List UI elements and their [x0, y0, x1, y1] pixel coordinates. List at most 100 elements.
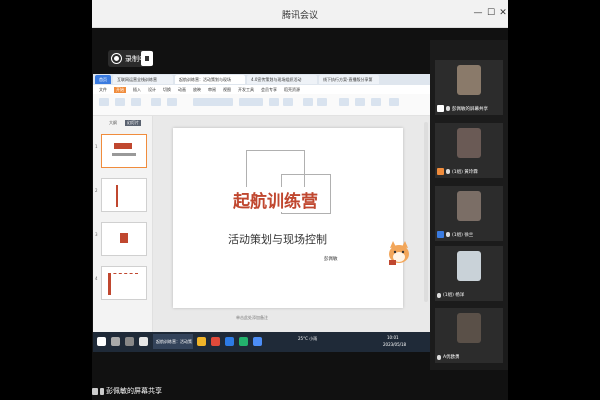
slides-tab[interactable]: 幻灯片 — [125, 120, 141, 126]
menu-item[interactable]: 稻壳资源 — [284, 87, 300, 93]
wechat-icon[interactable] — [239, 337, 248, 346]
wps-icon[interactable] — [211, 337, 220, 346]
avatar — [457, 313, 481, 343]
mic-icon — [437, 292, 441, 298]
maximize-icon[interactable]: ☐ — [485, 7, 497, 19]
pane-tabs: 大纲 幻灯片 — [107, 120, 147, 126]
doc-tab[interactable]: 线下执行方案-直播版分享第 — [319, 75, 379, 84]
slide-thumbnail[interactable] — [101, 266, 147, 300]
bold-icon[interactable] — [269, 98, 279, 106]
thumb-list-mark — [116, 185, 132, 207]
slide-number: 4 — [95, 276, 98, 281]
format-painter-icon[interactable] — [131, 98, 141, 106]
participant-name: 彭佩敏的屏幕共享 — [452, 106, 488, 112]
layout-icon[interactable] — [167, 98, 177, 106]
canvas-scrollbar[interactable] — [424, 122, 428, 302]
app-icon[interactable] — [139, 337, 148, 346]
find-icon[interactable] — [389, 98, 399, 106]
font-select[interactable] — [193, 98, 233, 106]
paste-icon[interactable] — [99, 98, 109, 106]
avatar — [457, 251, 481, 281]
avatar — [457, 128, 481, 158]
participant-name: (1组) 徐兰 — [452, 232, 474, 238]
slide-thumbnail[interactable] — [101, 134, 147, 168]
tencent-meeting-icon[interactable] — [253, 337, 262, 346]
menu-item[interactable]: 动画 — [178, 87, 186, 93]
menu-item[interactable]: 会员专享 — [261, 87, 277, 93]
slide-author[interactable]: 彭佩敏 — [324, 256, 338, 262]
mic-icon — [446, 106, 450, 111]
participant-tile[interactable]: (1组) 黄玲霖 — [435, 123, 503, 178]
slide-thumbnail[interactable] — [101, 178, 147, 212]
cut-icon[interactable] — [115, 98, 125, 106]
thumb-block-mark — [120, 233, 128, 243]
slide-thumbnail-pane: 大纲 幻灯片 1 2 3 4 — [93, 116, 153, 340]
share-status-bar: 彭佩敏的屏幕共享 — [92, 384, 292, 398]
wps-home-tab[interactable]: 首页 — [95, 75, 111, 84]
thumb-diagram-mark — [108, 273, 138, 295]
mic-icon — [437, 354, 441, 360]
doc-tab-active[interactable]: 起航训练营：活动策划与现场 — [175, 75, 245, 84]
stop-recording-button[interactable] — [141, 51, 153, 66]
participant-name-row: (1组) 杨洋 — [437, 292, 464, 298]
host-badge-icon — [437, 168, 444, 175]
close-icon[interactable]: ✕ — [497, 7, 509, 19]
file-explorer-icon[interactable] — [197, 337, 206, 346]
menu-item[interactable]: 切换 — [163, 87, 171, 93]
wps-ribbon — [93, 94, 430, 116]
menu-item[interactable]: 放映 — [193, 87, 201, 93]
taskbar-active-app[interactable]: 起航训练营：活动策 — [153, 334, 193, 349]
slide-subtitle[interactable]: 活动策划与现场控制 — [228, 231, 327, 247]
clock-date: 2023/05/18 — [383, 342, 407, 347]
slide-number: 3 — [95, 232, 98, 237]
windows-taskbar: 起航训练营：活动策 25°C 小雨 10:01 2023/05/18 — [93, 332, 430, 352]
menu-item[interactable]: 文件 — [99, 87, 107, 93]
menu-item[interactable]: 开发工具 — [238, 87, 254, 93]
slide-title[interactable]: 起航训练营 — [231, 187, 320, 212]
menu-item[interactable]: 视图 — [223, 87, 231, 93]
avatar — [457, 191, 481, 221]
doc-tab[interactable]: 互联网运营全栈训练营 — [113, 75, 173, 84]
arrange-icon[interactable] — [371, 98, 381, 106]
new-slide-icon[interactable] — [151, 98, 161, 106]
clock-time: 10:01 — [387, 335, 399, 340]
window-titlebar: 腾讯会议 — ☐ ✕ — [92, 0, 508, 28]
current-slide[interactable]: 起航训练营 活动策划与现场控制 彭佩敏 — [173, 128, 409, 308]
mic-icon — [446, 232, 450, 237]
mic-icon — [100, 387, 104, 395]
search-icon[interactable] — [111, 337, 120, 346]
notes-placeholder[interactable]: 单击此处添加备注 — [236, 315, 268, 321]
font-size-select[interactable] — [239, 98, 263, 106]
participant-name-row: A优欧勇 — [437, 354, 460, 360]
participant-name: (1组) 黄玲霖 — [452, 169, 478, 175]
shape-icon[interactable] — [355, 98, 365, 106]
doc-tab[interactable]: 4.0宣传策划与现场组织活动 — [247, 75, 317, 84]
task-view-icon[interactable] — [125, 337, 134, 346]
minimize-icon[interactable]: — — [472, 7, 484, 19]
align-center-icon[interactable] — [317, 98, 327, 106]
menu-item-active[interactable]: 开始 — [114, 86, 126, 93]
participant-tile[interactable]: 彭佩敏的屏幕共享 — [435, 60, 503, 115]
participant-name: A优欧勇 — [443, 355, 460, 360]
window-title: 腾讯会议 — [281, 11, 318, 21]
align-left-icon[interactable] — [303, 98, 313, 106]
menu-item[interactable]: 插入 — [133, 87, 141, 93]
textbox-icon[interactable] — [339, 98, 349, 106]
slide-number: 1 — [95, 144, 98, 149]
weather-text: 25°C 小雨 — [298, 336, 318, 341]
share-label: 彭佩敏的屏幕共享 — [106, 387, 162, 395]
participant-tile[interactable]: A优欧勇 — [435, 308, 503, 363]
participant-name-row: (1组) 黄玲霖 — [437, 168, 478, 175]
start-icon[interactable] — [97, 337, 106, 346]
shiba-mascot-icon — [389, 241, 409, 265]
menu-item[interactable]: 审阅 — [208, 87, 216, 93]
browser-icon[interactable] — [225, 337, 234, 346]
slide-thumbnail[interactable] — [101, 222, 147, 256]
participant-tile[interactable]: (1组) 杨洋 — [435, 246, 503, 301]
menu-item[interactable]: 设计 — [148, 87, 156, 93]
participant-name: (1组) 杨洋 — [443, 293, 465, 298]
participant-name-row: (1组) 徐兰 — [437, 231, 473, 238]
participant-tile[interactable]: (1组) 徐兰 — [435, 186, 503, 241]
italic-icon[interactable] — [283, 98, 293, 106]
outline-tab[interactable]: 大纲 — [107, 120, 119, 126]
